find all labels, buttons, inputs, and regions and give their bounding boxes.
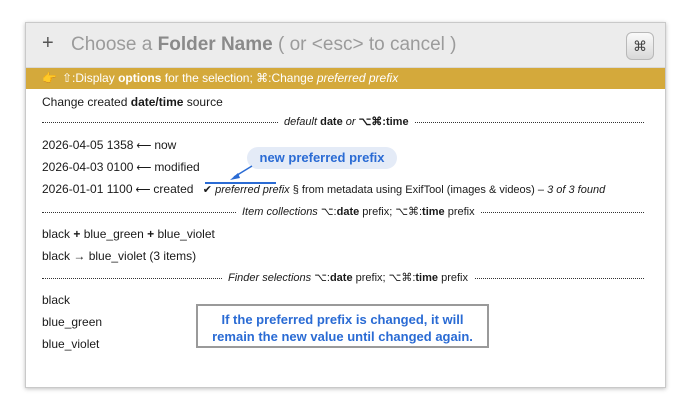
annotation-arrow-icon — [205, 165, 276, 184]
annotation-note: If the preferred prefix is changed, it w… — [196, 304, 489, 348]
